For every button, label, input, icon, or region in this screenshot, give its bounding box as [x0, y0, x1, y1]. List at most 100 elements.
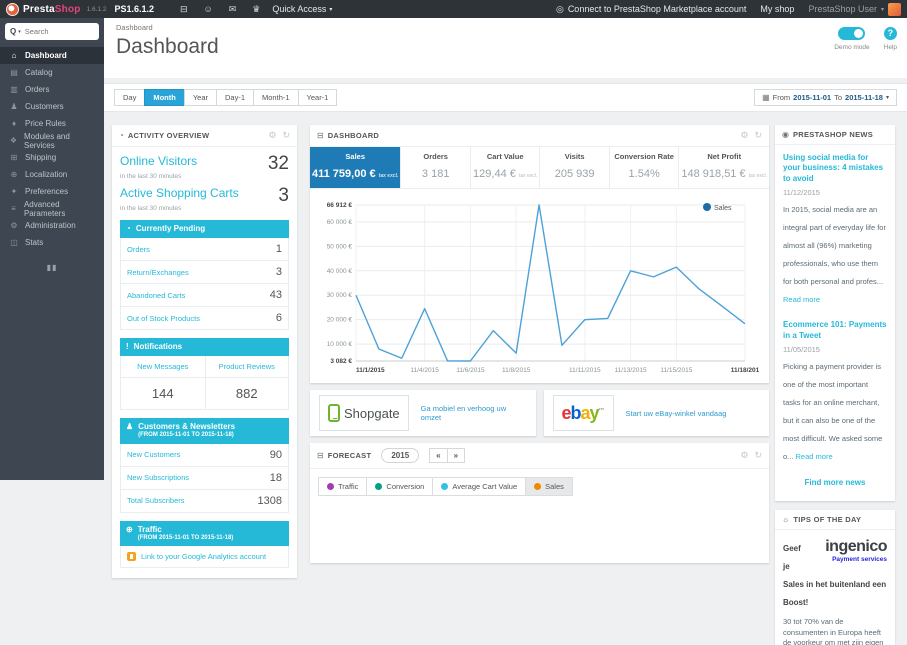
chevron-down-icon: ▾	[18, 28, 21, 35]
prestashop-logo[interactable]: PrestaShop 1.6.1.2 PS1.6.1.2	[0, 2, 172, 16]
total-subscribers-link[interactable]: Total Subscribers	[127, 496, 185, 505]
kpi-cart-value-tab[interactable]: Cart Value 129,44 € tax excl.	[469, 147, 539, 188]
notifications-header: ! Notifications	[120, 338, 289, 356]
read-more-link[interactable]: Read more	[783, 295, 820, 304]
quick-access-menu[interactable]: Quick Access ▾	[272, 4, 332, 14]
kpi-conversion-rate-tab[interactable]: Conversion Rate 1.54%	[608, 147, 678, 188]
sidebar-item-preferences[interactable]: ✦ Preferences	[0, 183, 104, 200]
marketplace-icon: ◎	[555, 3, 564, 14]
price-tag-icon: ♦	[11, 119, 17, 128]
conversion-dot-icon	[375, 483, 383, 490]
forecast-back-button[interactable]: «	[429, 448, 448, 463]
period-day-button[interactable]: Day	[114, 89, 146, 106]
sidebar-item-orders[interactable]: ▥ Orders	[0, 81, 104, 98]
gear-icon[interactable]: ⚙	[740, 130, 748, 141]
period-day-1-button[interactable]: Day-1	[216, 89, 255, 106]
refresh-icon[interactable]: ↻	[282, 130, 290, 141]
sidebar-collapse-button[interactable]: ▮▮	[0, 263, 104, 272]
currently-pending-header: ◔ Currently Pending	[120, 220, 289, 238]
main-content: Dashboard Dashboard Demo mode ? Help Day…	[104, 18, 907, 645]
customers-icon[interactable]: ☺	[204, 4, 213, 14]
svg-text:11/18/201: 11/18/201	[731, 367, 759, 374]
kpi-orders-tab[interactable]: Orders 3 181	[400, 147, 469, 188]
period-year-button[interactable]: Year	[183, 89, 217, 106]
help-button[interactable]: ? Help	[884, 27, 897, 51]
ebay-link[interactable]: Start uw eBay-winkel vandaag	[626, 409, 727, 418]
sidebar-item-localization[interactable]: ⊕ Localization	[0, 166, 104, 183]
abandoned-carts-row: Abandoned Carts 43	[120, 284, 289, 307]
kpi-visits-tab[interactable]: Visits 205 939	[539, 147, 608, 188]
find-more-news-link[interactable]: Find more news	[783, 478, 887, 487]
catalog-icon: ▤	[10, 68, 18, 77]
cart-icon[interactable]: ⊟	[180, 4, 188, 15]
achievements-icon[interactable]: ♛	[252, 4, 260, 15]
gear-icon[interactable]: ⚙	[740, 450, 748, 461]
returns-link[interactable]: Return/Exchanges	[127, 268, 189, 277]
ingenico-logo[interactable]: ingenico Payment services	[813, 538, 887, 563]
period-month-button[interactable]: Month	[144, 89, 185, 106]
google-analytics-link[interactable]: Link to your Google Analytics account	[120, 546, 289, 568]
sidebar-item-price-rules[interactable]: ♦ Price Rules	[0, 115, 104, 132]
lightbulb-icon: ☼	[782, 514, 790, 524]
gear-icon[interactable]: ⚙	[268, 130, 276, 141]
user-menu[interactable]: PrestaShop User ▾	[808, 2, 901, 16]
activity-overview-panel: ◔ ACTIVITY OVERVIEW ⚙ ↻ Online Visitors …	[112, 125, 297, 578]
total-subscribers-row: Total Subscribers 1308	[120, 489, 289, 513]
new-subscriptions-link[interactable]: New Subscriptions	[127, 473, 189, 482]
sidebar-item-advanced-parameters[interactable]: ≡ Advanced Parameters	[0, 200, 104, 218]
orders-link[interactable]: Orders	[127, 245, 150, 254]
breadcrumb[interactable]: Dashboard	[116, 23, 907, 32]
pending-orders-row: Orders 1	[120, 238, 289, 261]
sidebar-item-customers[interactable]: ♟ Customers	[0, 98, 104, 115]
sidebar-item-catalog[interactable]: ▤ Catalog	[0, 64, 104, 81]
sidebar: Q ▾ ⌂Dashboard ▤Catalog ▥Orders ♟Custome…	[0, 18, 104, 480]
shop-code-label: PS1.6.1.2	[114, 4, 154, 14]
customers-icon: ♟	[126, 422, 134, 431]
my-shop-link[interactable]: My shop	[760, 4, 794, 14]
avatar	[888, 2, 901, 16]
forecast-year-pill[interactable]: 2015	[381, 448, 420, 463]
svg-text:Sales: Sales	[714, 205, 732, 212]
svg-text:3 082 €: 3 082 €	[330, 358, 352, 365]
topbar-right: ◎ Connect to PrestaShop Marketplace acco…	[556, 2, 907, 16]
refresh-icon[interactable]: ↻	[754, 130, 762, 141]
news-article-title-link[interactable]: Using social media for your business: 4 …	[783, 153, 887, 184]
period-year-1-button[interactable]: Year-1	[297, 89, 338, 106]
read-more-link[interactable]: Read more	[796, 452, 833, 461]
toggle-switch[interactable]	[838, 27, 866, 40]
forecast-forward-button[interactable]: »	[446, 448, 466, 463]
dashboard-icon: ⌂	[11, 51, 17, 60]
svg-text:20 000 €: 20 000 €	[327, 317, 353, 324]
average-cart-value-dot-icon	[441, 483, 449, 490]
chevron-down-icon: ▾	[329, 6, 333, 13]
sales-dot-icon	[534, 483, 542, 490]
messages-icon[interactable]: ✉	[229, 4, 237, 15]
sidebar-item-stats[interactable]: ◫ Stats	[0, 234, 104, 251]
demo-mode-toggle[interactable]: Demo mode	[834, 27, 870, 51]
kpi-sales-tab[interactable]: Sales 411 759,00 € tax excl.	[310, 147, 401, 188]
sidebar-search[interactable]: Q ▾	[5, 23, 99, 40]
abandoned-carts-link[interactable]: Abandoned Carts	[127, 291, 185, 300]
date-range-picker[interactable]: ▦ From 2015-11-01 To 2015-11-18 ▾	[754, 89, 897, 106]
sidebar-item-shipping[interactable]: ⊞ Shipping	[0, 149, 104, 166]
refresh-icon[interactable]: ↻	[754, 450, 762, 461]
sidebar-item-modules[interactable]: ❖ Modules and Services	[0, 132, 104, 150]
forecast-nav: « »	[429, 448, 466, 463]
shopgate-link[interactable]: Ga mobiel en verhoog uw omzet	[421, 404, 527, 422]
svg-text:66 912 €: 66 912 €	[327, 202, 353, 209]
marketplace-link[interactable]: ◎ Connect to PrestaShop Marketplace acco…	[556, 4, 746, 15]
page-header: Dashboard Dashboard Demo mode ? Help	[104, 18, 907, 78]
kpi-net-profit-tab[interactable]: Net Profit 148 918,51 € tax excl.	[678, 147, 769, 188]
new-customers-link[interactable]: New Customers	[127, 450, 180, 459]
news-article-title-link[interactable]: Ecommerce 101: Payments in a Tweet	[783, 320, 887, 341]
svg-text:40 000 €: 40 000 €	[327, 268, 353, 275]
svg-text:11/11/2015: 11/11/2015	[569, 367, 601, 374]
sidebar-item-administration[interactable]: ⚙ Administration	[0, 217, 104, 234]
period-month-1-button[interactable]: Month-1	[253, 89, 299, 106]
search-input[interactable]	[22, 26, 81, 37]
out-of-stock-link[interactable]: Out of Stock Products	[127, 314, 200, 323]
product-reviews-link[interactable]: Product Reviews	[204, 356, 288, 378]
sidebar-item-dashboard[interactable]: ⌂ Dashboard	[0, 47, 104, 64]
traffic-header: ⊕ Traffic (FROM 2015-11-01 TO 2015-11-18)	[120, 520, 289, 546]
new-messages-link[interactable]: New Messages	[121, 356, 205, 378]
